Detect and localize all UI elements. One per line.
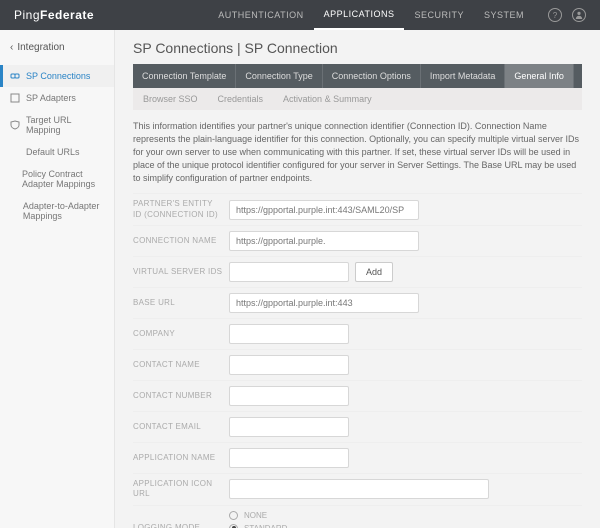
- user-icon[interactable]: [572, 8, 586, 22]
- radio-label: STANDARD: [244, 524, 287, 528]
- blank-icon: [10, 206, 17, 216]
- sidebar-back[interactable]: ‹ Integration: [0, 36, 114, 59]
- contact-email-input[interactable]: [229, 417, 349, 437]
- sidebar-item-target-url[interactable]: Target URL Mapping: [0, 109, 114, 141]
- entity-id-input[interactable]: [229, 200, 419, 220]
- application-name-input[interactable]: [229, 448, 349, 468]
- label-contact-number: CONTACT NUMBER: [133, 391, 229, 401]
- sidebar-item-label: Target URL Mapping: [26, 115, 104, 135]
- label-base-url: BASE URL: [133, 298, 229, 308]
- box-icon: [10, 93, 20, 103]
- topnav-auth[interactable]: AUTHENTICATION: [208, 0, 313, 30]
- virtual-server-id-input[interactable]: [229, 262, 349, 282]
- label-virtual-server-ids: VIRTUAL SERVER IDS: [133, 267, 229, 277]
- tab-general-info[interactable]: General Info: [505, 64, 574, 88]
- tab-connection-options[interactable]: Connection Options: [323, 64, 421, 88]
- help-icon[interactable]: ?: [548, 8, 562, 22]
- topbar: PingFederate AUTHENTICATION APPLICATIONS…: [0, 0, 600, 30]
- sidebar-item-label: SP Adapters: [26, 93, 76, 103]
- label-connection-name: CONNECTION NAME: [133, 236, 229, 246]
- sidebar-item-sp-adapters[interactable]: SP Adapters: [0, 87, 114, 109]
- label-entity-id: PARTNER'S ENTITY ID (CONNECTION ID): [133, 199, 229, 220]
- sidebar-item-label: Policy Contract Adapter Mappings: [22, 169, 104, 189]
- description: This information identifies your partner…: [133, 120, 582, 185]
- tabs-secondary: Browser SSO Credentials Activation & Sum…: [133, 88, 582, 110]
- tabs-primary: Connection Template Connection Type Conn…: [133, 64, 582, 88]
- topbar-icons: ?: [548, 8, 586, 22]
- tab-browser-sso[interactable]: Browser SSO: [133, 88, 208, 110]
- sidebar-item-adapter-to-adapter[interactable]: Adapter-to-Adapter Mappings: [0, 195, 114, 227]
- base-url-input[interactable]: [229, 293, 419, 313]
- radio-label: NONE: [244, 511, 267, 520]
- topnav: AUTHENTICATION APPLICATIONS SECURITY SYS…: [208, 0, 534, 30]
- form: PARTNER'S ENTITY ID (CONNECTION ID) CONN…: [133, 193, 582, 528]
- label-company: COMPANY: [133, 329, 229, 339]
- blank-icon: [10, 174, 16, 184]
- page-title: SP Connections | SP Connection: [133, 40, 582, 56]
- application-icon-url-input[interactable]: [229, 479, 489, 499]
- connection-name-input[interactable]: [229, 231, 419, 251]
- main: SP Connections | SP Connection Connectio…: [115, 30, 600, 528]
- sidebar-item-sp-connections[interactable]: SP Connections: [0, 65, 114, 87]
- logging-mode-none[interactable]: NONE: [229, 511, 289, 520]
- company-input[interactable]: [229, 324, 349, 344]
- topnav-security[interactable]: SECURITY: [404, 0, 474, 30]
- brand-first: Ping: [14, 8, 40, 22]
- topnav-applications[interactable]: APPLICATIONS: [314, 0, 405, 30]
- label-application-name: APPLICATION NAME: [133, 453, 229, 463]
- link-icon: [10, 71, 20, 81]
- sidebar-back-label: Integration: [17, 42, 64, 53]
- tab-import-metadata[interactable]: Import Metadata: [421, 64, 506, 88]
- chevron-left-icon: ‹: [10, 42, 13, 53]
- sidebar-item-policy-contract[interactable]: Policy Contract Adapter Mappings: [0, 163, 114, 195]
- radio-icon: [229, 524, 238, 528]
- radio-icon: [229, 511, 238, 520]
- add-virtual-server-button[interactable]: Add: [355, 262, 393, 282]
- tab-connection-template[interactable]: Connection Template: [133, 64, 236, 88]
- label-contact-name: CONTACT NAME: [133, 360, 229, 370]
- label-contact-email: CONTACT EMAIL: [133, 422, 229, 432]
- blank-icon: [10, 147, 20, 157]
- sidebar-item-label: SP Connections: [26, 71, 90, 81]
- label-application-icon-url: APPLICATION ICON URL: [133, 479, 229, 500]
- sidebar-item-label: Default URLs: [26, 147, 80, 157]
- tab-connection-type[interactable]: Connection Type: [236, 64, 322, 88]
- contact-name-input[interactable]: [229, 355, 349, 375]
- shield-icon: [10, 120, 20, 130]
- sidebar-item-default-urls[interactable]: Default URLs: [0, 141, 114, 163]
- contact-number-input[interactable]: [229, 386, 349, 406]
- sidebar: ‹ Integration SP Connections SP Adapters…: [0, 30, 115, 528]
- topnav-system[interactable]: SYSTEM: [474, 0, 534, 30]
- brand: PingFederate: [14, 8, 94, 22]
- tab-activation-summary[interactable]: Activation & Summary: [273, 88, 382, 110]
- brand-second: Federate: [40, 8, 94, 22]
- logging-mode-standard[interactable]: STANDARD: [229, 524, 289, 528]
- logging-mode-radio-group: NONE STANDARD ENHANCED: [229, 511, 289, 528]
- label-logging-mode: LOGGING MODE: [133, 523, 229, 528]
- tab-credentials[interactable]: Credentials: [208, 88, 274, 110]
- sidebar-item-label: Adapter-to-Adapter Mappings: [23, 201, 104, 221]
